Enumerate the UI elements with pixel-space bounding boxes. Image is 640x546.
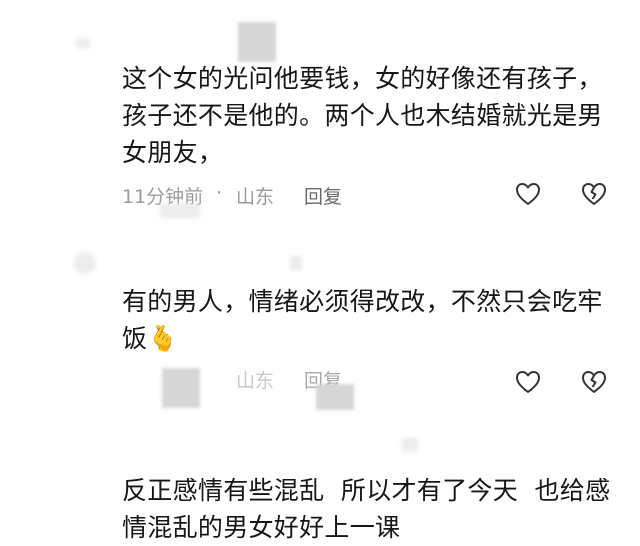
comment-text: 反正感情有些混乱 所以才有了今天 也给感情混乱的男女好好上一课 [122, 476, 611, 542]
heart-outline-icon[interactable] [514, 368, 542, 396]
blurred-username [402, 438, 418, 452]
comment-text: 这个女的光问他要钱，女的好像还有孩子，孩子还不是他的。两个人也木结婚就光是男女朋… [122, 64, 603, 167]
blurred-meta [160, 204, 200, 218]
reply-button[interactable]: 回复 [304, 182, 342, 209]
blurred-avatar [238, 22, 276, 62]
comment-location: 山东 [236, 186, 275, 208]
comment-location: 山东 [236, 370, 275, 392]
heart-outline-icon[interactable] [514, 180, 542, 208]
blurred-username [76, 38, 90, 48]
broken-heart-icon[interactable] [580, 368, 608, 396]
blurred-username [290, 256, 302, 270]
blurred-avatar [162, 368, 200, 408]
blurred-avatar [74, 252, 96, 274]
heart-hands-emoji: 🫰 [147, 324, 179, 353]
comment-text-body: 有的男人，情绪必须得改改，不然只会吃牢饭 [122, 287, 603, 353]
meta-separator: · [216, 182, 223, 204]
comment-text: 有的男人，情绪必须得改改，不然只会吃牢饭🫰 [122, 283, 612, 357]
broken-heart-icon[interactable] [580, 180, 608, 208]
blurred-meta [316, 384, 354, 410]
